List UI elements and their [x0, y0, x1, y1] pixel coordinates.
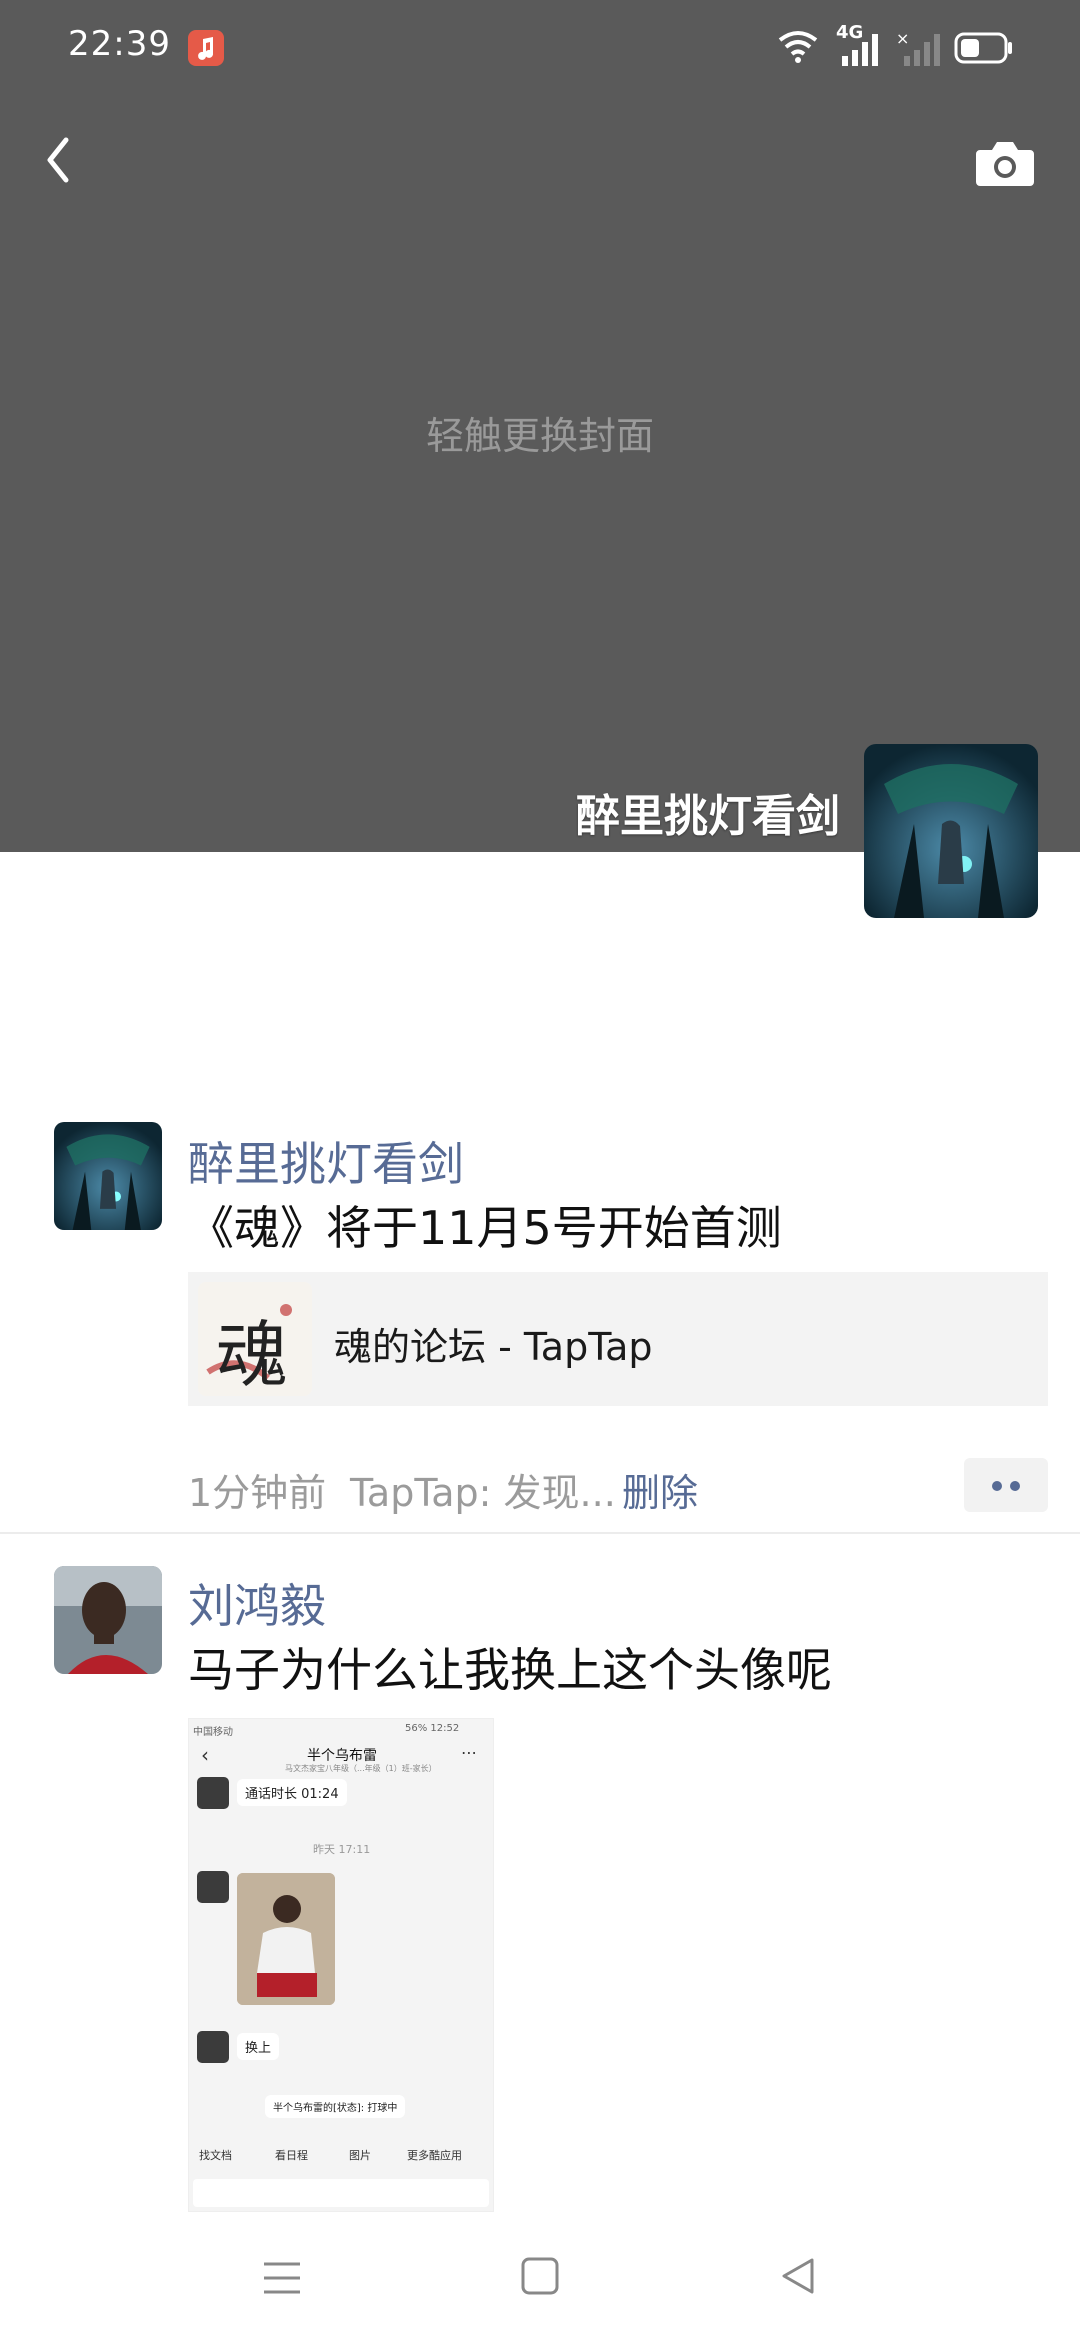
signal-icon — [842, 34, 878, 66]
mini-msg-bubble: 换上 — [237, 2033, 280, 2060]
svg-text:×: × — [896, 30, 909, 48]
wifi-icon — [778, 31, 818, 63]
back-triangle-icon[interactable] — [778, 2256, 818, 2296]
dot-icon — [1010, 1481, 1020, 1491]
link-title: 魂的论坛 - TapTap — [334, 1325, 653, 1369]
profile-name: 醉里挑灯看剑 — [576, 791, 840, 842]
change-cover-hint[interactable]: 轻触更换封面 — [0, 405, 1080, 460]
mini-status-note: 半个乌布雷的[状态]: 打球中 — [265, 2095, 406, 2118]
mini-toolbar-item: 找文档 — [199, 2149, 232, 2162]
post-author[interactable]: 醉里挑灯看剑 — [188, 1128, 464, 1194]
link-thumbnail: 魂 — [198, 1282, 312, 1396]
mini-back-icon: ‹ — [201, 1743, 209, 1767]
mini-avatar — [197, 1871, 229, 1903]
mini-status-right: 56% 12:52 — [405, 1723, 460, 1734]
mini-toolbar-item: 更多酷应用 — [407, 2149, 462, 2162]
navigation-bar — [0, 2220, 1080, 2340]
mini-chat-title: 半个乌布雷 — [307, 1748, 377, 1764]
author-avatar[interactable] — [54, 1566, 162, 1674]
music-icon — [188, 30, 224, 66]
camera-icon[interactable] — [976, 138, 1034, 186]
status-bar: 22:39 4G × — [0, 0, 1080, 96]
profile-avatar[interactable] — [864, 744, 1038, 918]
mini-timestamp: 昨天 17:11 — [313, 1843, 371, 1856]
author-avatar[interactable] — [54, 1122, 162, 1230]
mini-avatar — [197, 1777, 229, 1809]
battery-icon — [954, 32, 1012, 64]
mini-toolbar-item: 看日程 — [275, 2149, 308, 2162]
mini-photo — [237, 1873, 335, 2005]
mini-avatar — [197, 2031, 229, 2063]
mini-chat-subtitle: 马文杰家宝八年级（...年级（1）班-家长） — [285, 1764, 437, 1773]
post-author[interactable]: 刘鸿毅 — [188, 1570, 326, 1636]
mini-more-icon: ⋯ — [461, 1743, 477, 1762]
menu-icon[interactable] — [262, 2258, 302, 2298]
chevron-left-icon[interactable] — [36, 130, 86, 190]
status-time: 22:39 — [68, 24, 171, 64]
post-time: 1分钟前 — [188, 1471, 327, 1515]
post-text: 马子为什么让我换上这个头像呢 — [188, 1643, 832, 1697]
post-source[interactable]: TapTap: 发现... — [350, 1462, 616, 1517]
post-image[interactable]: 中国移动 56% 12:52 ‹ 半个乌布雷 马文杰家宝八年级（...年级（1）… — [188, 1718, 494, 2212]
more-actions-button[interactable] — [964, 1458, 1048, 1512]
home-icon[interactable] — [520, 2256, 560, 2296]
delete-button[interactable]: 删除 — [622, 1462, 698, 1517]
signal-off-icon: × — [896, 30, 940, 66]
mini-toolbar-item: 图片 — [349, 2149, 371, 2162]
mini-input-bar — [193, 2179, 489, 2207]
post-text: 《魂》将于11月5号开始首测 — [188, 1201, 782, 1255]
link-card[interactable]: 魂 魂的论坛 - TapTap — [188, 1272, 1048, 1406]
dot-icon — [992, 1481, 1002, 1491]
divider — [0, 1532, 1080, 1534]
mini-carrier: 中国移动 — [193, 1727, 233, 1738]
link-thumb-text: 魂 — [216, 1313, 289, 1396]
mini-call-bubble: 通话时长 01:24 — [237, 1779, 347, 1806]
